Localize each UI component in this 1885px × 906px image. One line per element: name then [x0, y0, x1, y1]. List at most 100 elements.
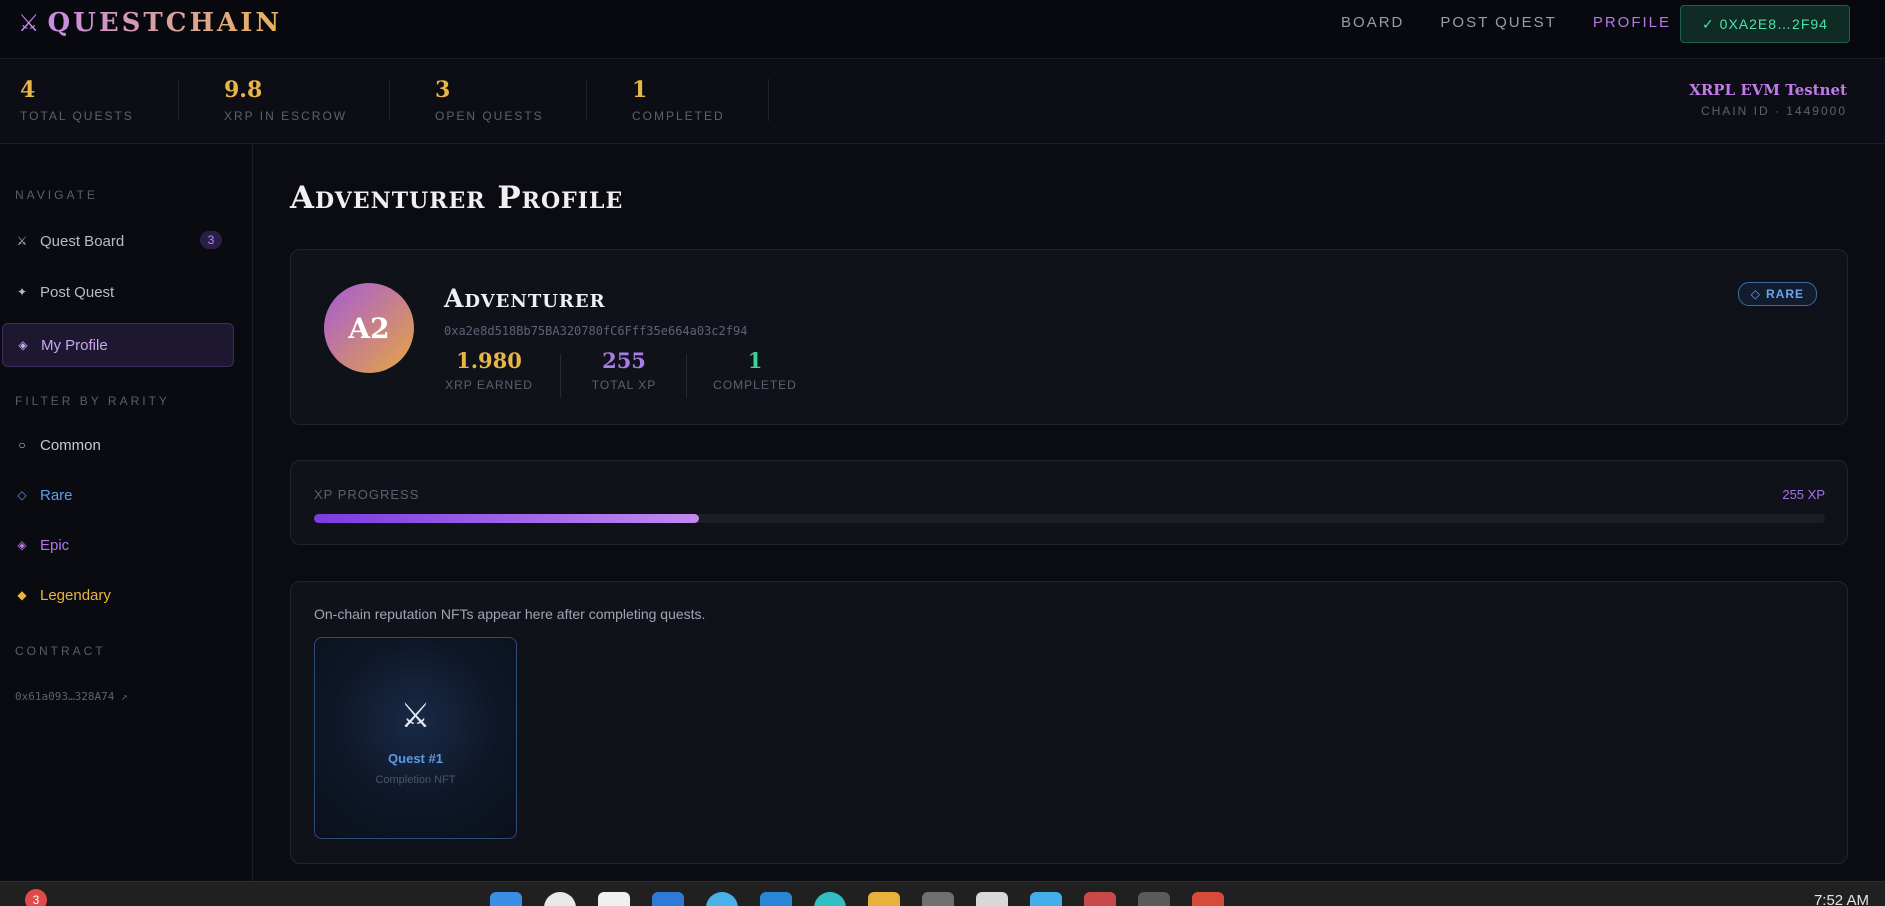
xp-progress-card: XP PROGRESS 255 XP: [290, 460, 1848, 545]
main-content: Adventurer Profile A2 Adventurer 0xa2e8d…: [253, 144, 1885, 881]
stat-divider: [686, 354, 687, 398]
sidebar-item-label: Post Quest: [40, 283, 115, 301]
profile-stat-value: 255: [602, 348, 646, 373]
nav-link-board[interactable]: BOARD: [1341, 14, 1404, 31]
diamond-icon: ◈: [17, 538, 27, 552]
diamond-outline-icon: ◇: [17, 488, 27, 502]
sidebar-filter-legendary[interactable]: ◆ Legendary: [2, 573, 234, 617]
profile-stat-total-xp: 255 TOTAL XP: [586, 348, 662, 392]
wallet-address: 0xa2e8d518Bb75BA320780fC6Fff35e664a03c2f…: [444, 324, 748, 338]
sidebar-heading-rarity: FILTER BY RARITY: [15, 394, 170, 408]
page-title: Adventurer Profile: [290, 180, 624, 216]
nft-card: On-chain reputation NFTs appear here aft…: [290, 581, 1848, 864]
profile-stat-value: 1.980: [456, 348, 522, 373]
stat-value: 9.8: [224, 77, 263, 103]
task-view-icon[interactable]: [598, 892, 630, 906]
profile-stat-value: 1: [747, 348, 763, 373]
avatar: A2: [324, 283, 414, 373]
sidebar-item-my-profile[interactable]: ◈ My Profile: [2, 323, 234, 367]
xp-progress-label: XP PROGRESS: [314, 487, 420, 502]
app-icon[interactable]: [976, 892, 1008, 906]
network-info: XRPL EVM Testnet CHAIN ID · 1449000: [1689, 81, 1847, 118]
system-clock: 7:52 AM: [1813, 892, 1869, 906]
app-icon[interactable]: [1030, 892, 1062, 906]
mail-icon[interactable]: [706, 892, 738, 906]
sidebar-filter-common[interactable]: ○ Common: [2, 423, 234, 467]
notification-badge[interactable]: 3: [25, 889, 47, 906]
stat-divider: [586, 79, 587, 121]
rarity-label: RARE: [1765, 287, 1804, 301]
sidebar-item-label: My Profile: [41, 336, 108, 354]
taskbar-app-icons: [490, 892, 1224, 906]
circle-icon: ○: [18, 438, 26, 452]
nft-subtitle: Completion NFT: [375, 774, 456, 786]
nav-links: BOARD POST QUEST PROFILE: [1341, 14, 1671, 31]
crossed-swords-icon: ⚔: [400, 697, 431, 735]
stat-total-quests: 4 TOTAL QUESTS: [20, 77, 134, 123]
edge-browser-icon[interactable]: [760, 892, 792, 906]
crossed-swords-icon: ⚔: [18, 9, 40, 37]
windows-start-icon[interactable]: [490, 892, 522, 906]
stat-divider: [389, 79, 390, 121]
filter-label: Common: [40, 436, 101, 454]
stat-value: 4: [20, 77, 36, 103]
diamond-icon: ◈: [18, 338, 28, 352]
stat-value: 1: [632, 77, 648, 103]
profile-name: Adventurer: [444, 284, 606, 313]
stats-bar: 4 TOTAL QUESTS 9.8 XRP IN ESCROW 3 OPEN …: [0, 59, 1885, 144]
profile-stat-label: TOTAL XP: [591, 378, 657, 392]
app-icon[interactable]: [922, 892, 954, 906]
diamond-filled-icon: ◆: [17, 588, 27, 602]
stat-label: COMPLETED: [632, 109, 725, 123]
chrome-icon[interactable]: [1084, 892, 1116, 906]
sidebar-filter-rare[interactable]: ◇ Rare: [2, 473, 234, 517]
diamond-outline-icon: ◇: [1750, 287, 1761, 301]
profile-stat-completed: 1 COMPLETED: [712, 348, 798, 392]
avatar-initials: A2: [348, 311, 390, 345]
sidebar-item-label: Quest Board: [40, 232, 125, 250]
count-badge: 3: [200, 231, 222, 249]
nav-link-post-quest[interactable]: POST QUEST: [1440, 14, 1556, 31]
contract-address-link[interactable]: 0x61a093…328A74 ↗: [15, 690, 128, 703]
rarity-badge: ◇ RARE: [1737, 282, 1817, 306]
filter-label: Legendary: [40, 586, 111, 604]
sparkle-icon: ✦: [16, 285, 28, 299]
stat-label: TOTAL QUESTS: [20, 109, 134, 123]
nft-message: On-chain reputation NFTs appear here aft…: [314, 606, 706, 622]
nav-link-profile[interactable]: PROFILE: [1593, 14, 1671, 31]
sidebar: NAVIGATE ⚔ Quest Board 3 ✦ Post Quest ◈ …: [0, 144, 253, 881]
xp-progress-value: 255 XP: [1782, 487, 1825, 502]
filter-label: Rare: [40, 486, 73, 504]
stat-divider: [178, 79, 179, 121]
wallet-address-label: ✓ 0XA2E8…2F94: [1702, 15, 1828, 32]
app-logo[interactable]: ⚔ QUESTCHAIN: [18, 8, 282, 38]
app-icon[interactable]: [1138, 892, 1170, 906]
xp-progress-fill: [314, 514, 700, 523]
profile-stat-xrp-earned: 1.980 XRP EARNED: [444, 348, 534, 392]
crossed-swords-icon: ⚔: [16, 234, 28, 248]
wallet-button[interactable]: ✓ 0XA2E8…2F94: [1680, 5, 1850, 43]
xp-progress-track: [314, 514, 1825, 523]
app-icon[interactable]: [814, 892, 846, 906]
nft-tile[interactable]: ⚔ Quest #1 Completion NFT: [314, 637, 517, 839]
chain-id: CHAIN ID · 1449000: [1700, 104, 1847, 118]
stat-divider: [768, 79, 769, 121]
app-icon[interactable]: [652, 892, 684, 906]
sidebar-heading-navigate: NAVIGATE: [15, 188, 98, 202]
search-icon[interactable]: [544, 892, 576, 906]
network-name: XRPL EVM Testnet: [1689, 81, 1847, 99]
stat-open-quests: 3 OPEN QUESTS: [435, 77, 544, 123]
os-taskbar: 3 7:52 AM: [0, 881, 1885, 906]
folder-icon[interactable]: [868, 892, 900, 906]
stat-value: 3: [435, 77, 451, 103]
sidebar-filter-epic[interactable]: ◈ Epic: [2, 523, 234, 567]
profile-stat-label: COMPLETED: [713, 378, 797, 392]
sidebar-item-quest-board[interactable]: ⚔ Quest Board 3: [2, 219, 234, 263]
app-title: QUESTCHAIN: [47, 8, 283, 38]
sidebar-heading-contract: CONTRACT: [15, 644, 106, 658]
app-icon[interactable]: [1192, 892, 1224, 906]
stat-label: OPEN QUESTS: [435, 109, 544, 123]
filter-label: Epic: [40, 536, 70, 554]
sidebar-item-post-quest[interactable]: ✦ Post Quest: [2, 270, 234, 314]
stat-label: XRP IN ESCROW: [224, 109, 348, 123]
